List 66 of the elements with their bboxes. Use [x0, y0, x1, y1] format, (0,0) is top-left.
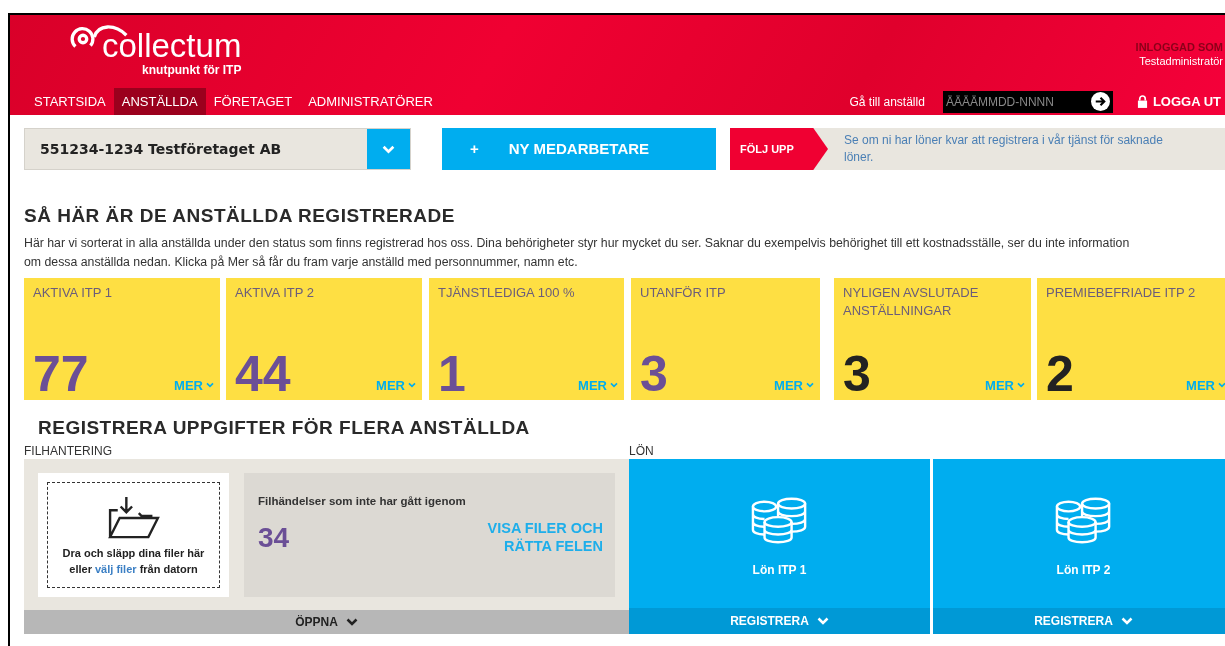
files-label: FILHANTERING	[24, 443, 113, 459]
logo-tagline: knutpunkt för ITP	[142, 64, 242, 77]
status-tile[interactable]: TJÄNSTLEDIGA 100 % 1 MER	[429, 278, 624, 400]
salary-card-title: Lön ITP 2	[1056, 562, 1111, 579]
tile-count: 44	[235, 346, 291, 402]
logo-wordmark: collectum	[102, 28, 242, 64]
tile-count: 3	[843, 346, 871, 402]
chevron-down-icon	[408, 382, 416, 389]
file-events-count: 34	[258, 521, 290, 555]
lock-icon	[1136, 95, 1148, 108]
folder-download-icon	[106, 495, 161, 539]
status-tile[interactable]: AKTIVA ITP 1 77 MER	[24, 278, 220, 400]
open-button[interactable]: ÖPPNA	[24, 610, 629, 634]
nav-tab[interactable]: STARTSIDA	[26, 88, 114, 115]
status-tile[interactable]: NYLIGEN AVSLUTADE ANSTÄLLNINGAR 3 MER	[834, 278, 1031, 400]
tile-label: NYLIGEN AVSLUTADE ANSTÄLLNINGAR	[843, 284, 980, 320]
chevron-down-icon	[1120, 617, 1133, 625]
salary-card[interactable]: Lön ITP 1 REGISTRERA	[629, 459, 930, 634]
drop-area[interactable]: Dra och släpp dina filer här eller välj filer från datorn	[38, 473, 229, 597]
status-tile[interactable]: UTANFÖR ITP 3 MER	[631, 278, 820, 400]
logout-button[interactable]: LOGGA UT	[1136, 91, 1221, 112]
tile-label: AKTIVA ITP 1	[33, 284, 113, 302]
chevron-down-icon	[345, 618, 358, 626]
follow-up-text: Se om ni har löner kvar att registrera i vår tjänst för saknade löner.	[844, 132, 1164, 166]
coins-icon	[1054, 497, 1113, 545]
go-button[interactable]	[1087, 90, 1113, 113]
tile-count: 2	[1046, 346, 1074, 402]
choose-files-link[interactable]: välj filer	[95, 563, 137, 575]
tile-count: 77	[33, 346, 89, 402]
chevron-down-icon	[1017, 382, 1025, 389]
section-heading: SÅ HÄR ÄR DE ANSTÄLLDA REGISTRERADE	[24, 204, 456, 228]
tile-label: TJÄNSTLEDIGA 100 %	[438, 284, 576, 302]
nav-tab[interactable]: ADMINISTRATÖRER	[300, 88, 441, 115]
section-description: Här har vi sorterat in alla anställda under den status som finns registrerad hos oss. Dina behörigheter styr hur mycket du ser. Saknar du exempelvis behörighet till ett kostnadsställe, ser du inte information om dessa anställda nedan. Klicka på Mer så får du fram varje anställd med personnummer, namn etc.	[24, 235, 1131, 271]
chevron-down-icon	[816, 617, 829, 625]
logged-in-label: INLOGGAD SOM	[1135, 41, 1223, 54]
tile-count: 1	[438, 346, 466, 402]
goto-label: Gå till anställd	[849, 93, 925, 111]
follow-up-button[interactable]: FÖLJ UPP	[730, 128, 828, 170]
register-button[interactable]: REGISTRERA	[629, 608, 930, 634]
chevron-down-icon	[1218, 382, 1225, 389]
arrow-right-icon	[1090, 92, 1110, 111]
new-employee-button[interactable]: + NY MEDARBETARE	[442, 128, 716, 170]
salary-card[interactable]: Lön ITP 2 REGISTRERA	[933, 459, 1225, 634]
coins-icon	[750, 497, 809, 545]
status-tile[interactable]: AKTIVA ITP 2 44 MER	[226, 278, 422, 400]
goto-field[interactable]: ÅÅÅÅMMDD-NNNN	[942, 90, 1088, 113]
nav-tab[interactable]: FÖRETAGET	[205, 88, 301, 115]
chevron-down-icon	[206, 382, 214, 389]
chevron-down-icon	[382, 144, 395, 154]
user-name: Testadministratör	[1139, 54, 1223, 68]
status-tile[interactable]: PREMIEBEFRIADE ITP 2 2 MER	[1037, 278, 1225, 400]
tile-label: PREMIEBEFRIADE ITP 2	[1046, 284, 1197, 302]
file-events-label: Filhändelser som inte har gått igenom	[258, 494, 467, 509]
register-button[interactable]: REGISTRERA	[933, 608, 1225, 634]
tile-label: UTANFÖR ITP	[640, 284, 727, 302]
tile-label: AKTIVA ITP 2	[235, 284, 315, 302]
salary-card-title: Lön ITP 1	[752, 562, 807, 579]
section-heading: REGISTRERA UPPGIFTER FÖR FLERA ANSTÄLLDA	[38, 417, 531, 439]
salary-label: LÖN	[629, 443, 655, 459]
nav-tab[interactable]: ANSTÄLLDA	[113, 88, 206, 115]
company-select[interactable]: 551234-1234 Testföretaget AB	[24, 128, 411, 170]
chevron-down-icon	[806, 382, 814, 389]
chevron-down-icon	[610, 382, 618, 389]
tile-count: 3	[640, 346, 668, 402]
drop-instructions: Dra och släpp dina filer här eller välj filer från datorn	[62, 546, 205, 577]
